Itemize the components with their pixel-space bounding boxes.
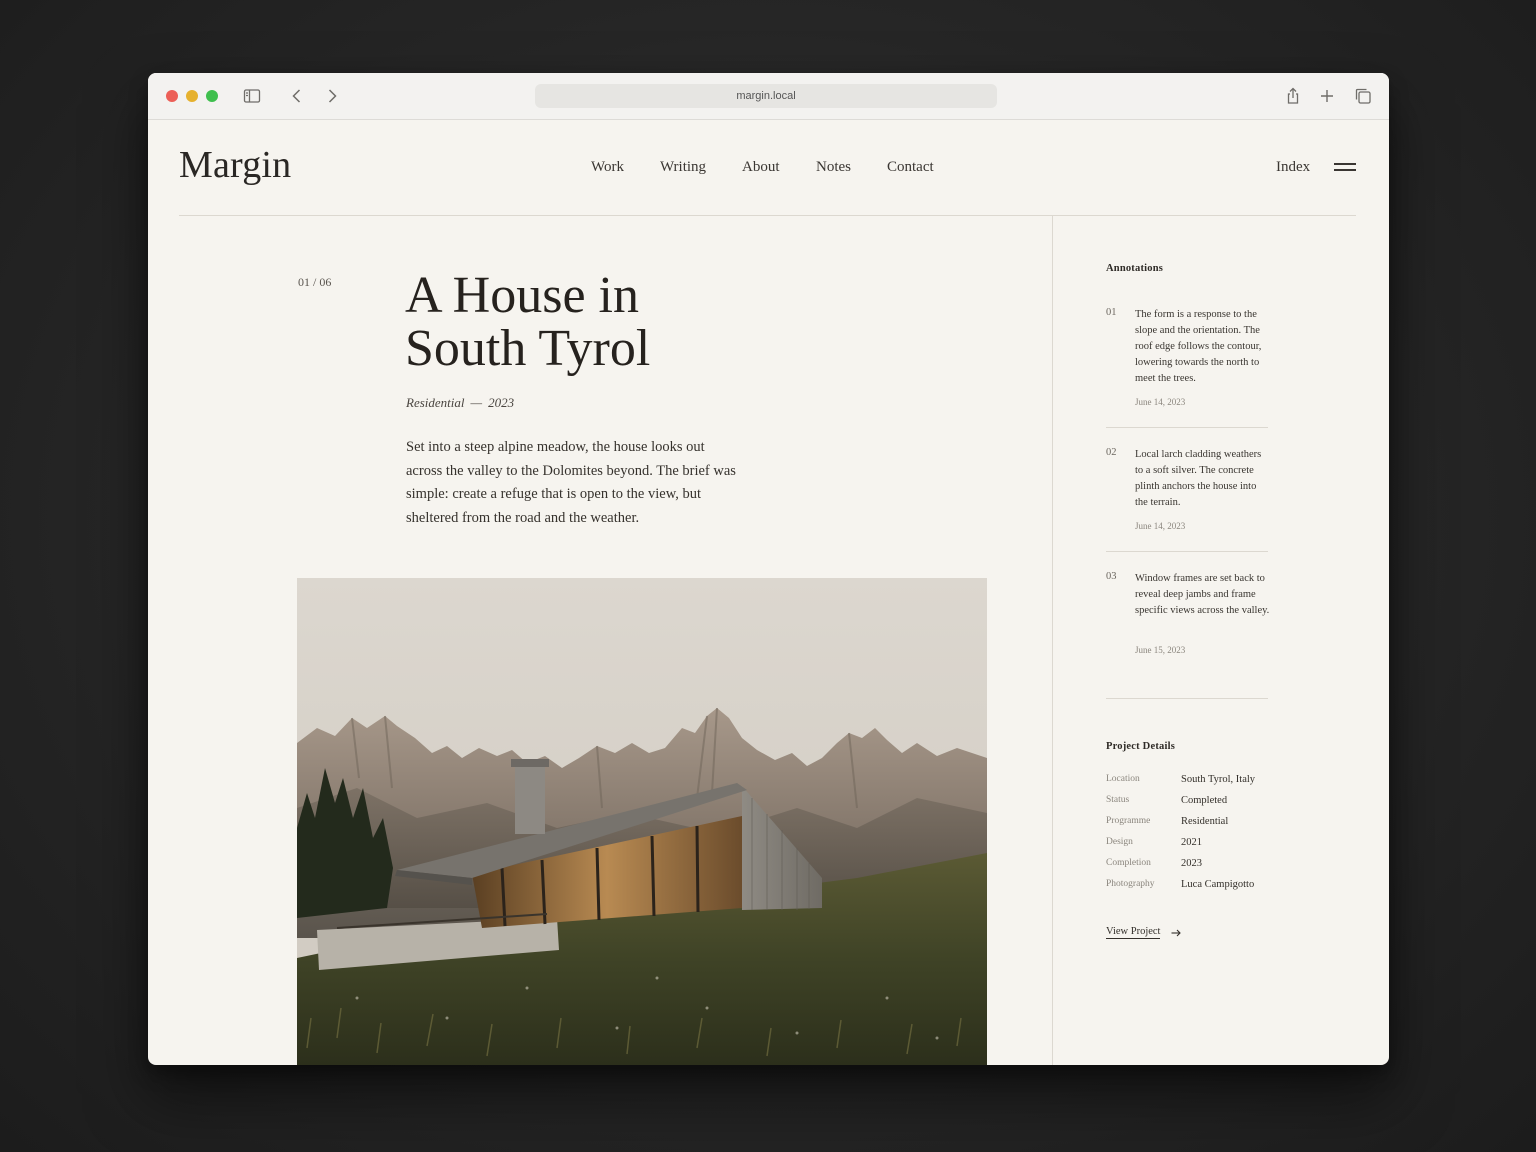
browser-toolbar: margin.local [148, 73, 1389, 120]
detail-row-design: Design 2021 [1106, 837, 1306, 853]
hamburger-menu-icon[interactable] [1334, 163, 1356, 173]
detail-row-location: Location South Tyrol, Italy [1106, 774, 1306, 790]
annotation-date: June 14, 2023 [1135, 521, 1186, 531]
minimize-window-button[interactable] [186, 90, 198, 102]
detail-value: South Tyrol, Italy [1181, 774, 1256, 785]
new-tab-plus-icon[interactable] [1317, 86, 1337, 106]
detail-value: 2021 [1181, 837, 1202, 848]
detail-label: Status [1106, 795, 1130, 805]
annotation-text: Window frames are set back to reveal dee… [1135, 573, 1270, 616]
detail-row-status: Status Completed [1106, 795, 1306, 811]
detail-value: 2023 [1181, 858, 1202, 869]
detail-value: Luca Campigotto [1181, 879, 1255, 890]
detail-row-programme: Programme Residential [1106, 816, 1306, 832]
share-icon[interactable] [1283, 86, 1303, 106]
annotation-divider [1106, 427, 1268, 428]
annotation-number: 01 [1106, 307, 1117, 318]
page-title-line-1: A House in [405, 267, 639, 324]
nav-link-contact[interactable]: Contact [887, 159, 934, 176]
address-bar-url: margin.local [736, 90, 796, 102]
meta-separator: — [470, 395, 483, 410]
project-counter: 01 / 06 [298, 275, 332, 289]
intro-paragraph: Set into a steep alpine meadow, the hous… [406, 439, 736, 526]
nav-link-about[interactable]: About [742, 159, 780, 176]
project-category: Residential [406, 395, 465, 410]
annotations-heading: Annotations [1106, 263, 1164, 274]
tab-overview-icon[interactable] [1353, 86, 1373, 106]
detail-label: Photography [1106, 879, 1155, 889]
maximize-window-button[interactable] [206, 90, 218, 102]
nav-link-notes[interactable]: Notes [816, 159, 851, 176]
sidebar-toggle-icon[interactable] [242, 86, 262, 106]
main-navigation: Work Writing About Notes Contact [148, 159, 1389, 179]
index-link[interactable]: Index [1276, 159, 1310, 176]
annotation-text: Local larch cladding weathers to a soft … [1135, 449, 1262, 508]
detail-row-photography: Photography Luca Campigotto [1106, 879, 1306, 895]
address-bar[interactable]: margin.local [535, 84, 997, 108]
detail-label: Design [1106, 837, 1133, 847]
nav-link-writing[interactable]: Writing [660, 159, 706, 176]
header-divider [179, 215, 1356, 216]
detail-value: Completed [1181, 795, 1228, 806]
back-chevron-icon[interactable] [287, 86, 307, 106]
nav-link-work[interactable]: Work [591, 159, 624, 176]
project-meta: Residential — 2023 [406, 395, 514, 411]
annotation-text: The form is a response to the slope and … [1135, 309, 1262, 384]
detail-label: Programme [1106, 816, 1151, 826]
page-title: A House in South Tyrol [405, 269, 825, 375]
detail-row-completion: Completion 2023 [1106, 858, 1306, 874]
annotation-divider [1106, 551, 1268, 552]
page-title-line-2: South Tyrol [405, 320, 651, 377]
forward-chevron-icon[interactable] [322, 86, 342, 106]
annotation-divider [1106, 698, 1268, 699]
browser-window: margin.local Margin Work Writing About N… [148, 73, 1389, 1065]
view-project-link[interactable]: View Project [1106, 926, 1161, 939]
detail-label: Location [1106, 774, 1140, 784]
annotation-date: June 14, 2023 [1135, 397, 1186, 407]
close-window-button[interactable] [166, 90, 178, 102]
sidebar-divider [1052, 216, 1053, 1065]
detail-value: Residential [1181, 816, 1229, 827]
project-year: 2023 [488, 395, 515, 410]
annotation-number: 02 [1106, 447, 1117, 458]
annotation-number: 03 [1106, 571, 1117, 582]
project-details-heading: Project Details [1106, 741, 1175, 752]
arrow-right-icon[interactable] [1170, 926, 1182, 938]
detail-label: Completion [1106, 858, 1151, 868]
annotation-date: June 15, 2023 [1135, 645, 1186, 655]
hero-image-house-dolomites [297, 578, 987, 1065]
